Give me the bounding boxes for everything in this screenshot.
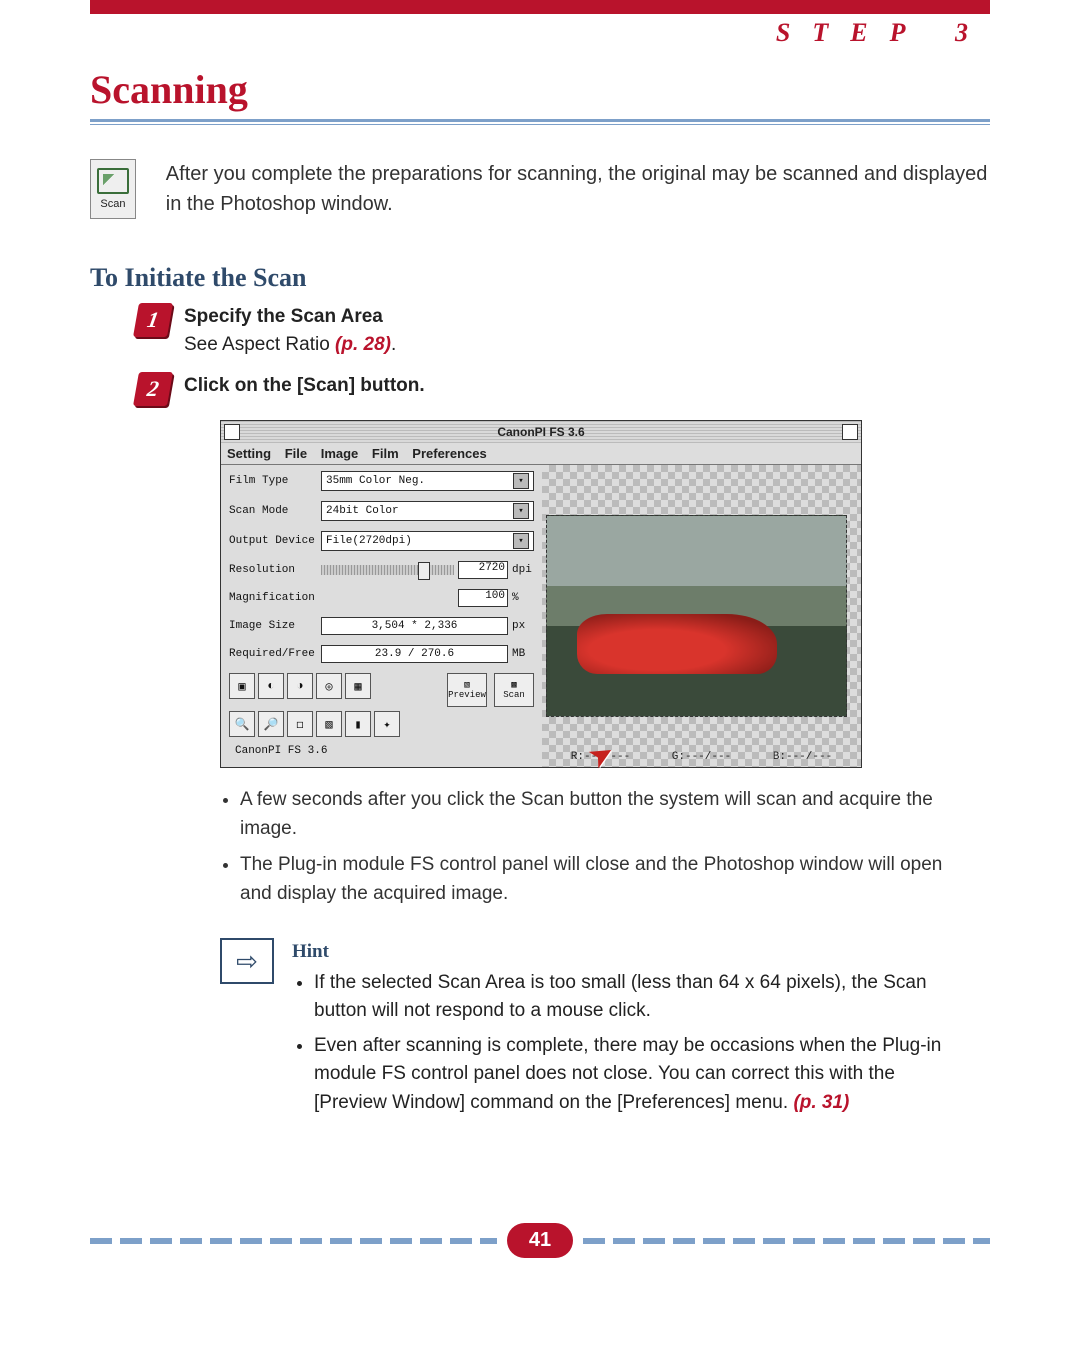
sysmenu-button[interactable] [224, 424, 240, 440]
menu-film[interactable]: Film [372, 446, 399, 461]
scan-chip: Scan [90, 159, 136, 219]
preview-button[interactable]: ▧Preview [447, 673, 487, 707]
preview-subject [577, 614, 777, 674]
resolution-label: Resolution [229, 564, 321, 576]
status-text: CanonPI FS 3.6 [229, 741, 534, 761]
readout-b: B:---/--- [773, 751, 832, 763]
page-title: Scanning [90, 66, 990, 113]
step-number-1: 1 [133, 303, 173, 337]
bullet-1: A few seconds after you click the Scan b… [240, 786, 972, 843]
tool-button-3[interactable]: ◑ [287, 673, 313, 699]
step-1-title: Specify the Scan Area [184, 303, 396, 331]
scan-chip-label: Scan [100, 198, 125, 210]
step-2-title: Click on the [Scan] button. [184, 372, 425, 400]
chevron-down-icon: ▾ [513, 503, 529, 519]
window-title: CanonPI FS 3.6 [497, 425, 584, 439]
hint-item-2: Even after scanning is complete, there m… [314, 1032, 968, 1118]
preview-image [546, 515, 847, 717]
step-number-2: 2 [133, 372, 173, 406]
hint-item-1: If the selected Scan Area is too small (… [314, 969, 968, 1026]
intro-text: After you complete the preparations for … [166, 159, 990, 219]
page-ref-28: (p. 28) [335, 334, 391, 355]
tool-button-7[interactable]: ▧ [316, 711, 342, 737]
tool-button-1[interactable]: ▣ [229, 673, 255, 699]
page-number: 41 [507, 1223, 573, 1258]
menu-image[interactable]: Image [321, 446, 359, 461]
footer-dashes-right [583, 1238, 990, 1244]
magnification-unit: % [512, 592, 534, 604]
tool-button-4[interactable]: ◎ [316, 673, 342, 699]
step-1-sub: See Aspect Ratio (p. 28). [184, 331, 396, 359]
menu-setting[interactable]: Setting [227, 446, 271, 461]
bullet-2: The Plug-in module FS control panel will… [240, 851, 972, 908]
image-size-unit: px [512, 620, 534, 632]
menubar: Setting File Image Film Preferences [221, 443, 861, 465]
slider-thumb[interactable] [418, 562, 430, 580]
output-device-label: Output Device [229, 535, 321, 547]
hint-icon: ⇨ [220, 938, 274, 984]
tool-button-5[interactable]: ▦ [345, 673, 371, 699]
resolution-value[interactable]: 2720 [458, 561, 508, 579]
title-rule [90, 119, 990, 125]
chevron-down-icon: ▾ [513, 533, 529, 549]
hint-title: Hint [292, 938, 968, 967]
section-heading: To Initiate the Scan [90, 263, 990, 293]
reqfree-label: Required/Free [229, 648, 321, 660]
chevron-down-icon: ▾ [513, 473, 529, 489]
zoom-out-button[interactable]: 🔎 [258, 711, 284, 737]
film-type-select[interactable]: 35mm Color Neg.▾ [321, 471, 534, 491]
scan-icon [97, 168, 129, 194]
resolution-slider[interactable] [321, 565, 454, 575]
zoom-in-button[interactable]: 🔍 [229, 711, 255, 737]
page-ref-31: (p. 31) [793, 1092, 849, 1113]
menu-file[interactable]: File [285, 446, 307, 461]
tool-button-8[interactable]: ▮ [345, 711, 371, 737]
film-type-label: Film Type [229, 475, 321, 487]
readout-g: G:---/--- [672, 751, 731, 763]
menu-preferences[interactable]: Preferences [412, 446, 486, 461]
magnification-label: Magnification [229, 592, 321, 604]
result-bullets: A few seconds after you click the Scan b… [220, 786, 990, 908]
scan-mode-select[interactable]: 24bit Color▾ [321, 501, 534, 521]
scan-button[interactable]: ▩Scan [494, 673, 534, 707]
tool-button-2[interactable]: ◐ [258, 673, 284, 699]
window-resize-button[interactable] [842, 424, 858, 440]
screenshot-panel: CanonPI FS 3.6 Setting File Image Film P… [220, 420, 862, 768]
preview-icon: ▧ [464, 680, 469, 690]
magnification-value[interactable]: 100 [458, 589, 508, 607]
tool-button-6[interactable]: ◻ [287, 711, 313, 737]
resolution-unit: dpi [512, 564, 534, 576]
reqfree-unit: MB [512, 648, 534, 660]
window-titlebar: CanonPI FS 3.6 [221, 421, 861, 443]
tool-button-9[interactable]: ✦ [374, 711, 400, 737]
step-header: STEP 3 [90, 18, 990, 48]
scan-mode-label: Scan Mode [229, 505, 321, 517]
output-device-select[interactable]: File(2720dpi)▾ [321, 531, 534, 551]
preview-area[interactable]: R:---/--- G:---/--- B:---/--- [542, 465, 861, 767]
image-size-label: Image Size [229, 620, 321, 632]
scan-icon: ▩ [511, 680, 516, 690]
image-size-value: 3,504 * 2,336 [321, 617, 508, 635]
reqfree-value: 23.9 / 270.6 [321, 645, 508, 663]
top-band [90, 0, 990, 14]
footer-dashes-left [90, 1238, 497, 1244]
